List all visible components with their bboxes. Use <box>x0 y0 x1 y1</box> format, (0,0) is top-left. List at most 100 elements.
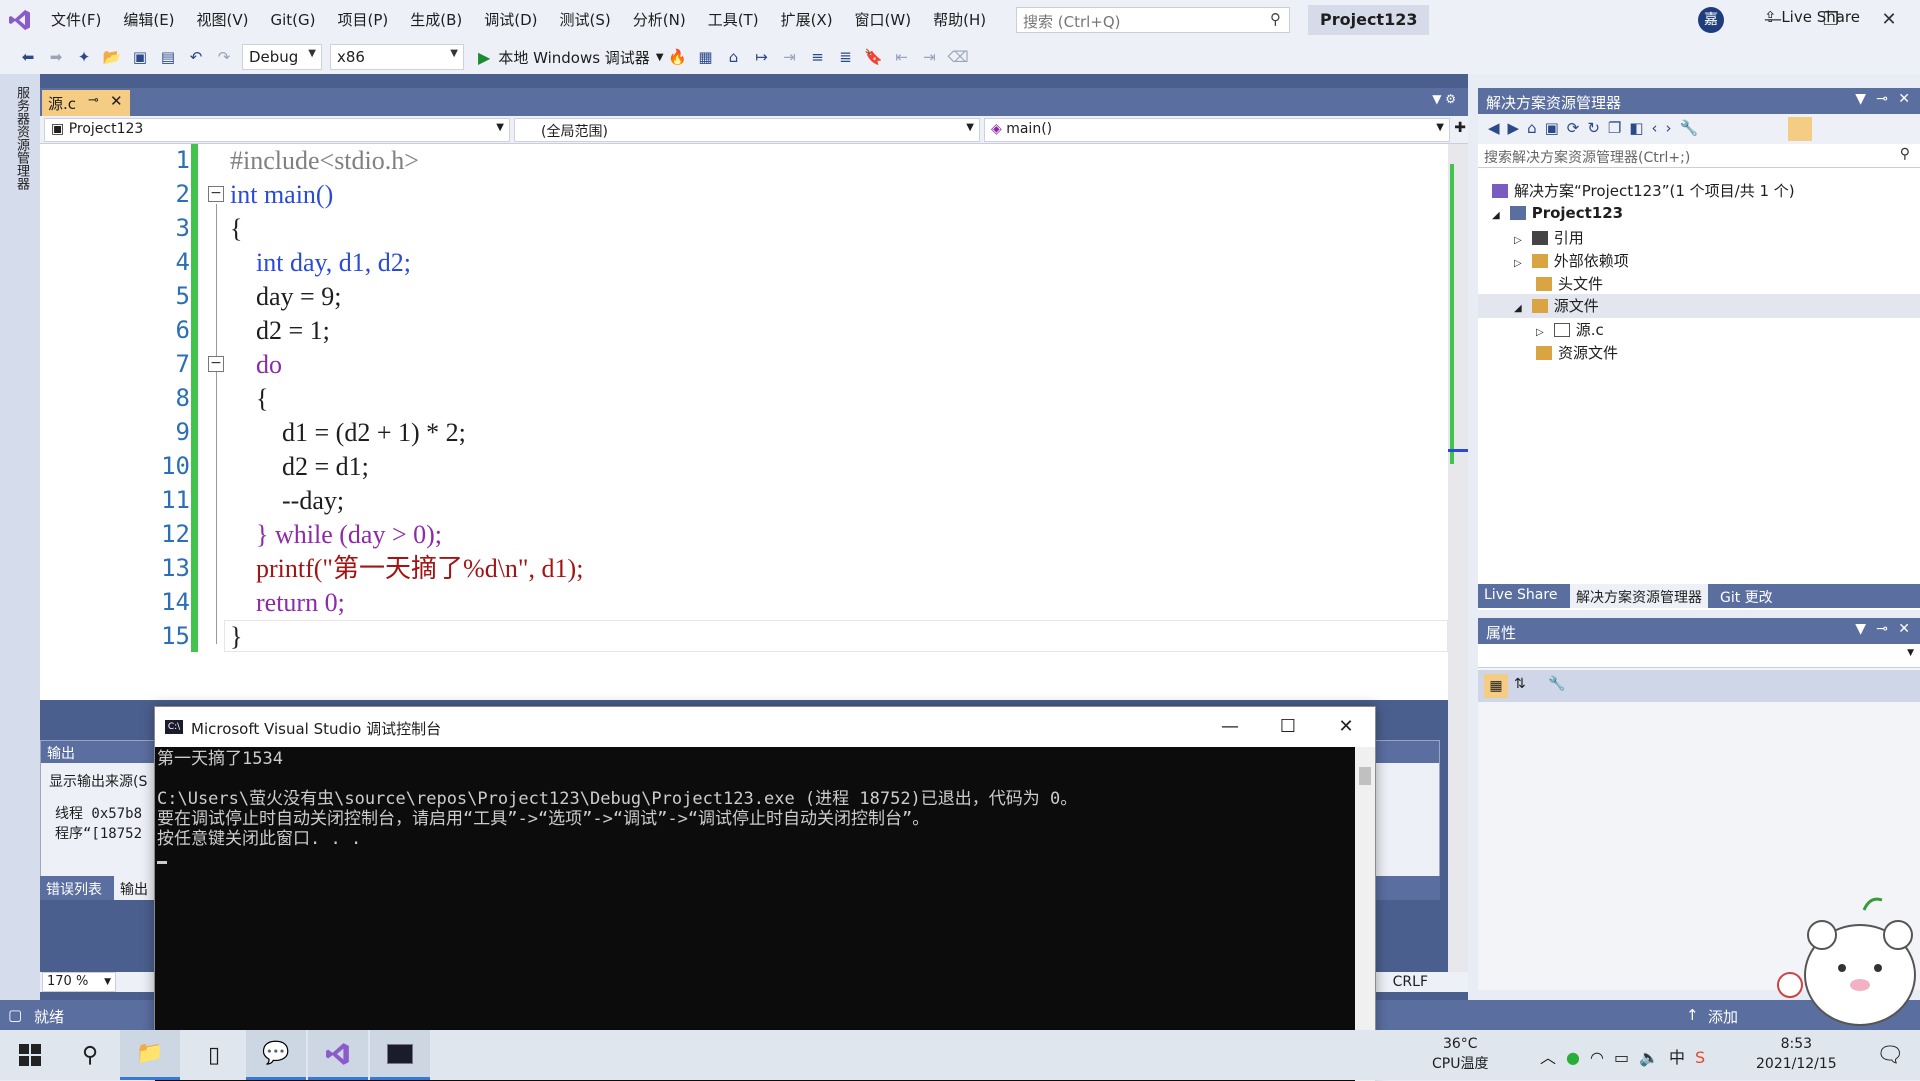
tree-project[interactable]: ◢ Project123 <box>1492 204 1623 222</box>
solution-toolbar-icons[interactable]: ◀▶⌂▣⟳↻❐◧‹›🔧 <box>1488 119 1706 137</box>
console-scroll-thumb[interactable] <box>1359 767 1371 785</box>
split-icon[interactable]: ✚ <box>1454 120 1466 136</box>
hot-reload-icon[interactable]: 🔥 <box>668 45 688 69</box>
tree-header-files[interactable]: 头文件 <box>1536 273 1603 294</box>
collapse-main-icon[interactable]: − <box>208 186 224 202</box>
save-all-icon[interactable]: ▤ <box>158 45 178 69</box>
forward-icon[interactable]: ➡ <box>46 45 66 69</box>
battery-icon[interactable]: ▭ <box>1614 1048 1639 1067</box>
server-explorer-tab[interactable]: 服务器资源管理器 <box>12 86 31 190</box>
chevron-down-icon[interactable]: ▼ <box>1855 621 1866 637</box>
folder-view-icon[interactable]: ▦ <box>696 45 716 69</box>
tab-solution-explorer[interactable]: 解决方案资源管理器 <box>1570 584 1708 608</box>
tree-source-c[interactable]: ▷ 源.c <box>1536 319 1604 340</box>
step-icon[interactable]: ↦ <box>752 45 772 69</box>
indent-icon[interactable]: ≡ <box>808 45 828 69</box>
menu-edit[interactable]: 编辑(E) <box>112 0 185 40</box>
menu-test[interactable]: 测试(S) <box>549 0 622 40</box>
nav-scope-select[interactable]: (全局范围) ▼ <box>514 118 980 142</box>
tab-output[interactable]: 输出 <box>114 876 154 900</box>
console-minimize-icon[interactable]: — <box>1201 707 1259 747</box>
tab-source-c[interactable]: 源.c ⊸ ✕ <box>42 90 130 116</box>
collapse-do-icon[interactable]: − <box>208 356 224 372</box>
pin-icon[interactable]: ⊸ <box>88 93 99 108</box>
zoom-select[interactable]: 170 % ▼ <box>42 972 116 992</box>
console-taskbar-icon[interactable] <box>370 1030 430 1080</box>
output-source-label[interactable]: 显示输出来源(S <box>49 771 147 791</box>
visual-studio-icon[interactable] <box>308 1030 368 1080</box>
menu-build[interactable]: 生成(B) <box>399 0 473 40</box>
nav-project-select[interactable]: ▣ Project123 ▼ <box>44 118 510 142</box>
close-icon[interactable]: ✕ <box>1898 91 1910 107</box>
properties-object-select[interactable]: ▼ <box>1478 644 1920 668</box>
wechat-icon[interactable]: 💬 <box>246 1030 306 1080</box>
menu-file[interactable]: 文件(F) <box>40 0 112 40</box>
search-input[interactable]: 搜索 (Ctrl+Q) ⚲ <box>1016 7 1290 33</box>
solution-search-input[interactable]: 搜索解决方案资源管理器(Ctrl+;) ⚲ <box>1478 144 1920 168</box>
tree-references[interactable]: ▷ 引用 <box>1514 227 1584 248</box>
weather-widget[interactable]: 36°C CPU温度 <box>1432 1034 1488 1074</box>
close-icon[interactable]: ✕ <box>1898 621 1910 637</box>
avatar[interactable]: 嘉 <box>1698 7 1724 33</box>
volume-icon[interactable]: 🔈 <box>1639 1048 1669 1067</box>
editor-scrollbar[interactable] <box>1448 144 1468 988</box>
system-tray[interactable]: ︿●◠▭🔈中S <box>1540 1044 1715 1068</box>
chevron-down-icon[interactable]: ▼ <box>1855 91 1866 107</box>
redo-icon[interactable]: ↷ <box>214 45 234 69</box>
windows-start-icon[interactable] <box>0 1030 60 1080</box>
open-folder-icon[interactable]: 📂 <box>102 45 122 69</box>
tree-solution[interactable]: 解决方案“Project123”(1 个项目/共 1 个) <box>1492 180 1795 201</box>
categorized-icon[interactable]: ▦ <box>1484 674 1508 698</box>
property-pages-icon[interactable]: 🔧 <box>1548 676 1565 692</box>
menu-analyze[interactable]: 分析(N) <box>622 0 697 40</box>
close-icon[interactable]: ✕ <box>1860 0 1918 40</box>
file-explorer-icon[interactable]: 📁 <box>120 1030 180 1080</box>
bookmark-clear-icon[interactable]: ⌫ <box>948 45 969 69</box>
pin-icon[interactable]: ⊸ <box>1876 621 1888 637</box>
menu-help[interactable]: 帮助(H) <box>922 0 997 40</box>
line-ending-label[interactable]: CRLF <box>1393 974 1428 990</box>
chevron-up-icon[interactable]: ︿ <box>1540 1048 1566 1067</box>
new-project-icon[interactable]: ✦ <box>74 45 94 69</box>
config-select[interactable]: Debug ▼ <box>242 44 322 70</box>
pin-icon[interactable]: ⊸ <box>1876 91 1888 107</box>
tree-external-deps[interactable]: ▷ 外部依赖项 <box>1514 250 1629 271</box>
outdent-icon[interactable]: ≣ <box>836 45 856 69</box>
active-toggle-icon[interactable] <box>1788 117 1812 141</box>
save-icon[interactable]: ▣ <box>130 45 150 69</box>
tab-error-list[interactable]: 错误列表 <box>40 876 108 900</box>
search-icon[interactable]: ⚲ <box>60 1030 120 1080</box>
sogou-icon[interactable]: S <box>1695 1048 1715 1067</box>
tab-list-chevron-icon[interactable]: ▼ ⚙ <box>1432 92 1456 106</box>
alphabetical-icon[interactable]: ⇅ <box>1514 676 1526 692</box>
nav-member-select[interactable]: ◈ main() ▼ <box>984 118 1450 142</box>
wifi-icon[interactable]: ◠ <box>1590 1048 1614 1067</box>
menu-git[interactable]: Git(G) <box>260 0 327 40</box>
ime-indicator[interactable]: 中 <box>1669 1048 1695 1067</box>
menu-view[interactable]: 视图(V) <box>186 0 260 40</box>
live-share-button[interactable]: ⇪ Live Share <box>1764 8 1860 26</box>
code-editor[interactable]: 1 2 3 4 5 6 7 8 9 10 11 12 13 14 15 − − … <box>40 144 1448 700</box>
start-debugging-button[interactable]: ▶ 本地 Windows 调试器 ▼ <box>478 47 664 68</box>
bookmark-prev-icon[interactable]: ⇤ <box>892 45 912 69</box>
console-close-icon[interactable]: ✕ <box>1317 707 1375 747</box>
bookmark-next-icon[interactable]: ⇥ <box>920 45 940 69</box>
step-over-icon[interactable]: ⇥ <box>780 45 800 69</box>
platform-select[interactable]: x86 ▼ <box>330 44 464 70</box>
tab-live-share[interactable]: Live Share <box>1478 584 1563 608</box>
tree-source-files[interactable]: ◢ 源文件 <box>1478 294 1920 318</box>
tree-resource-files[interactable]: 资源文件 <box>1536 342 1618 363</box>
document-icon[interactable]: ▯ <box>184 1030 244 1080</box>
console-maximize-icon[interactable]: ☐ <box>1259 707 1317 747</box>
bookmark-icon[interactable]: 🔖 <box>864 45 884 69</box>
app-tray-icon[interactable]: ● <box>1566 1048 1590 1067</box>
menu-debug[interactable]: 调试(D) <box>473 0 548 40</box>
menu-tools[interactable]: 工具(T) <box>697 0 770 40</box>
home-icon[interactable]: ⌂ <box>724 45 744 69</box>
back-icon[interactable]: ⬅ <box>18 45 38 69</box>
clock[interactable]: 8:53 2021/12/15 <box>1756 1034 1837 1074</box>
undo-icon[interactable]: ↶ <box>186 45 206 69</box>
notification-icon[interactable]: 🗨 <box>1860 1030 1920 1080</box>
close-tab-icon[interactable]: ✕ <box>110 92 123 110</box>
menu-project[interactable]: 项目(P) <box>327 0 400 40</box>
